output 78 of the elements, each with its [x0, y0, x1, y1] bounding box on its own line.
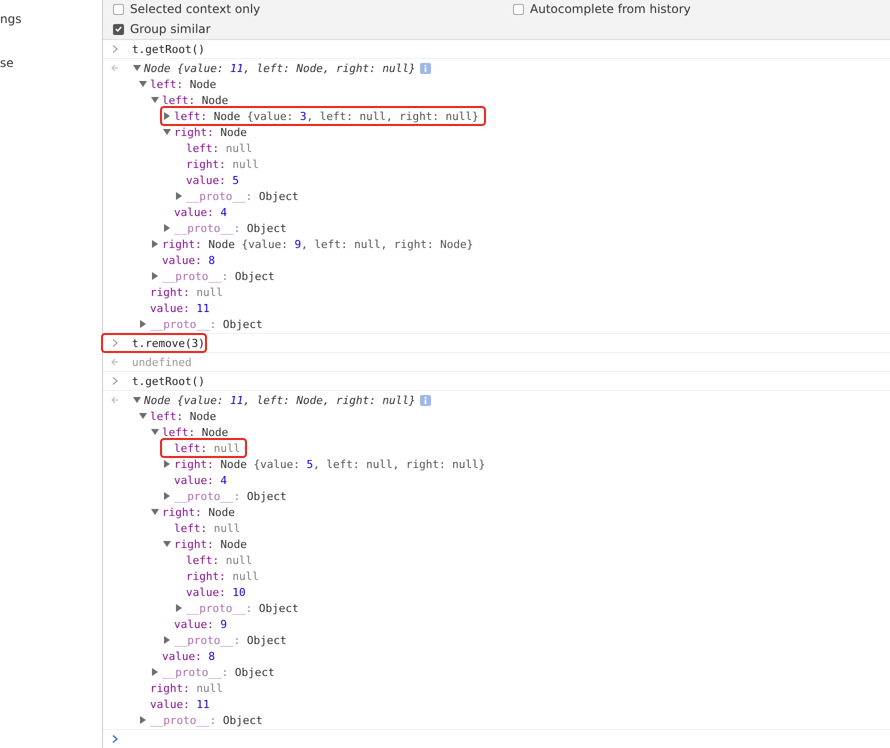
prompt-chevron-icon[interactable] [111, 735, 119, 743]
property-line: __proto__: Object [150, 318, 264, 330]
setting-label: Group similar [130, 22, 211, 36]
property-line: __proto__: Object [174, 222, 288, 234]
property-line: right: null [186, 570, 260, 582]
property-line: value: 8 [162, 650, 216, 662]
expand-triangle-icon[interactable] [133, 64, 141, 72]
property-line: value: 11 [150, 302, 211, 314]
property-line: left: null [186, 142, 254, 154]
property-line: value: 11 [150, 698, 211, 710]
property-line: value: 4 [174, 206, 228, 218]
property-line: right: Node {value: 9, left: null, right: Node} [162, 238, 474, 250]
property-line: value: 10 [186, 586, 247, 598]
command-text: t.getRoot() [132, 42, 205, 56]
prompt-chevron-icon [111, 339, 119, 347]
expand-triangle-icon[interactable] [139, 716, 147, 724]
property-line: right: Node [174, 538, 248, 550]
property-line: left: Node [162, 94, 230, 106]
property-line: right: Node {value: 5, left: null, right: null} [174, 458, 486, 470]
expand-triangle-icon[interactable] [139, 412, 147, 420]
property-line: value: 4 [174, 474, 228, 486]
result-arrow-icon [111, 396, 119, 404]
property-line: __proto__: Object [162, 666, 276, 678]
property-line: left: Node [150, 78, 218, 90]
property-line: left: null [174, 442, 242, 454]
sidebar-item[interactable]: se [0, 56, 14, 70]
property-line: left: null [174, 522, 242, 534]
expand-triangle-icon[interactable] [163, 224, 171, 232]
property-line: __proto__: Object [186, 190, 300, 202]
sidebar-item[interactable]: ngs [0, 12, 22, 26]
expand-triangle-icon[interactable] [133, 396, 141, 404]
property-line: right: null [150, 682, 224, 694]
object-preview: Node {value: 11, left: Node, right: null} [144, 62, 416, 74]
expand-triangle-icon[interactable] [163, 128, 171, 136]
property-line: right: Node [174, 126, 248, 138]
result-arrow-icon [111, 358, 119, 366]
expand-triangle-icon[interactable] [163, 540, 171, 548]
expand-triangle-icon[interactable] [175, 604, 183, 612]
command-text: t.remove(3) [132, 336, 205, 350]
property-line: right: Node [162, 506, 236, 518]
property-line: __proto__: Object [162, 270, 276, 282]
expand-triangle-icon[interactable] [139, 320, 147, 328]
result-text: undefined [132, 356, 192, 368]
expand-triangle-icon[interactable] [139, 80, 147, 88]
property-line: value: 8 [162, 254, 216, 266]
property-line: __proto__: Object [174, 634, 288, 646]
property-line: left: null [186, 554, 254, 566]
expand-triangle-icon[interactable] [163, 460, 171, 468]
expand-triangle-icon[interactable] [163, 636, 171, 644]
property-line: left: Node [162, 426, 230, 438]
property-line: __proto__: Object [174, 490, 288, 502]
expand-triangle-icon[interactable] [151, 508, 159, 516]
expand-triangle-icon[interactable] [151, 240, 159, 248]
checkbox[interactable] [113, 4, 124, 14]
property-line: value: 5 [186, 174, 240, 186]
result-arrow-icon [111, 64, 119, 72]
prompt-chevron-icon [111, 45, 119, 53]
expand-triangle-icon[interactable] [175, 192, 183, 200]
property-line: left: Node [150, 410, 218, 422]
object-preview: Node {value: 11, left: Node, right: null} [144, 394, 416, 406]
checkbox[interactable] [513, 4, 524, 14]
expand-triangle-icon[interactable] [163, 492, 171, 500]
expand-triangle-icon[interactable] [151, 96, 159, 104]
property-line: value: 9 [174, 618, 228, 630]
property-line: __proto__: Object [186, 602, 300, 614]
expand-triangle-icon[interactable] [163, 112, 171, 120]
expand-triangle-icon[interactable] [151, 272, 159, 280]
setting-label: Autocomplete from history [530, 2, 691, 16]
setting-label: Selected context only [130, 2, 260, 16]
property-line: right: null [186, 158, 260, 170]
property-line: right: null [150, 286, 224, 298]
property-line: left: Node {value: 3, left: null, right: null} [174, 110, 480, 122]
prompt-chevron-icon [111, 377, 119, 385]
checkbox[interactable] [113, 24, 124, 34]
property-line: __proto__: Object [150, 714, 264, 726]
expand-triangle-icon[interactable] [151, 668, 159, 676]
command-text: t.getRoot() [132, 374, 205, 388]
expand-triangle-icon[interactable] [151, 428, 159, 436]
